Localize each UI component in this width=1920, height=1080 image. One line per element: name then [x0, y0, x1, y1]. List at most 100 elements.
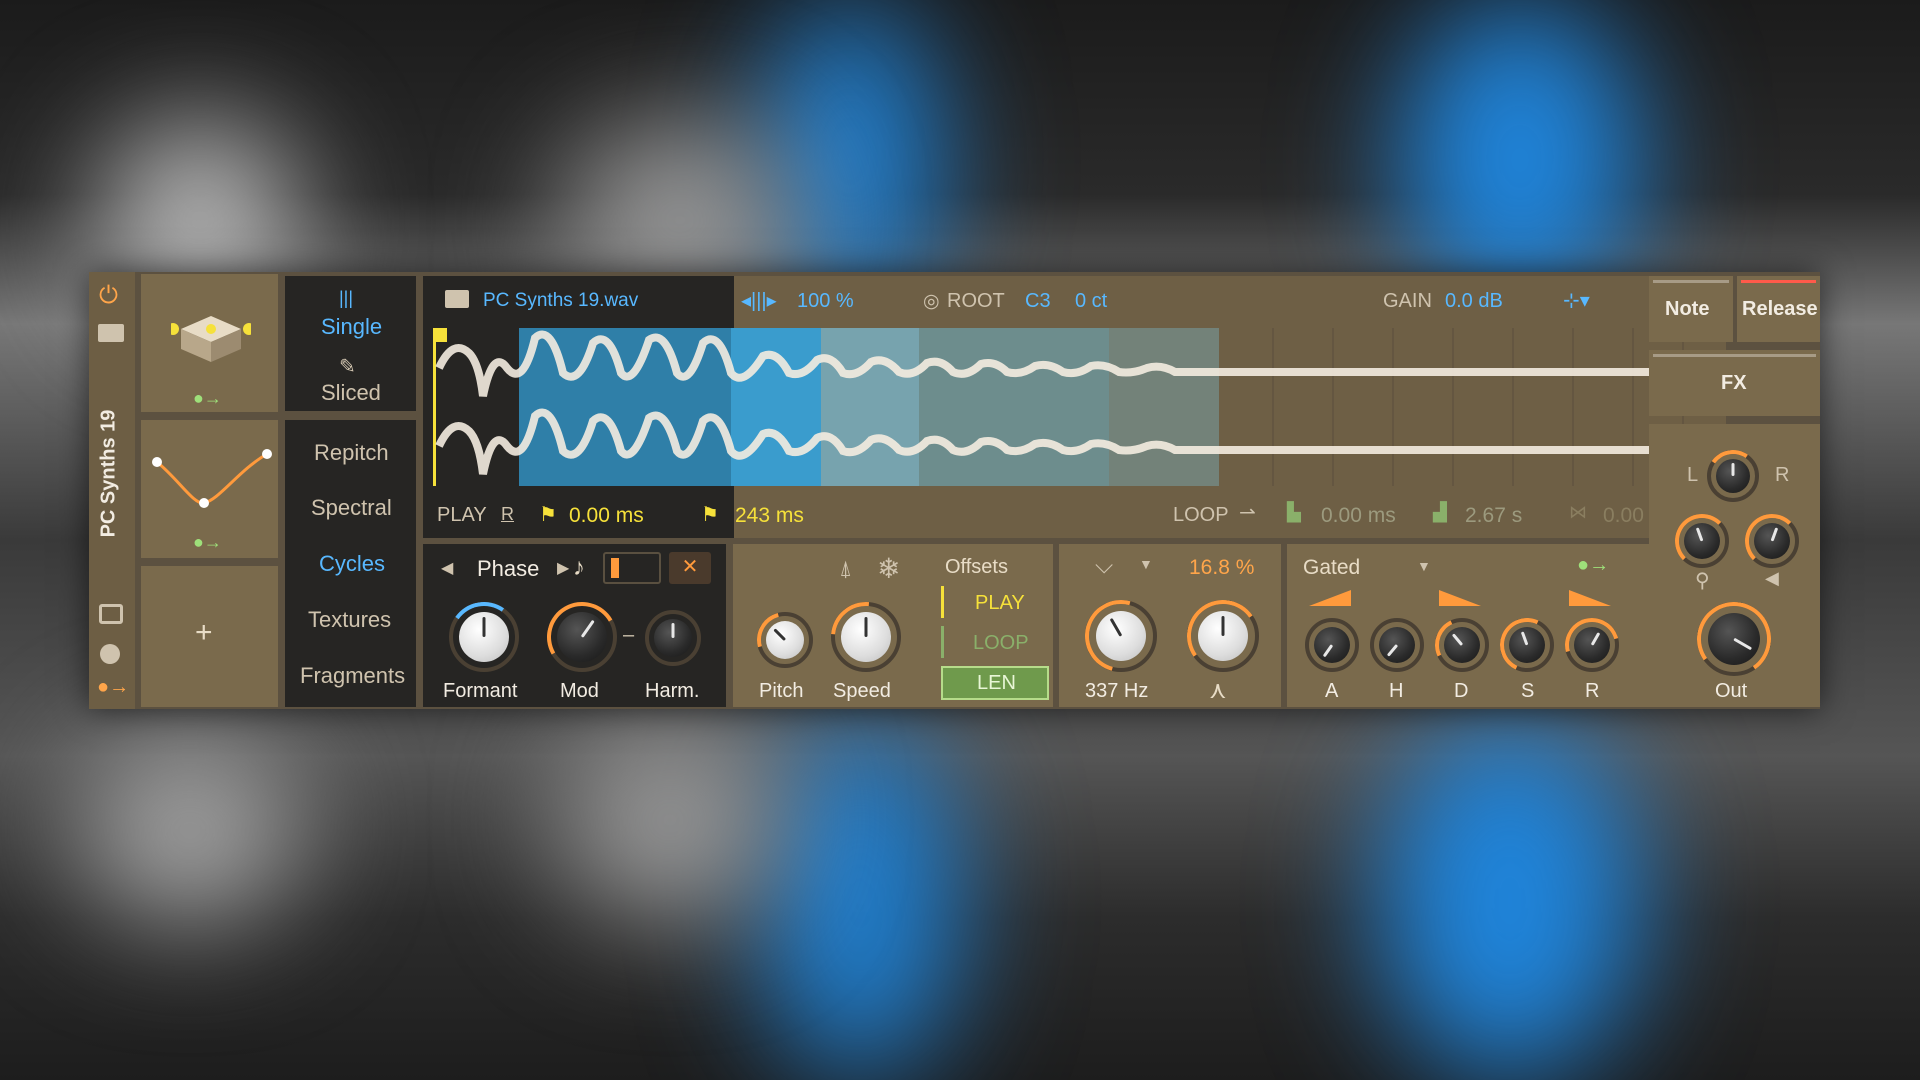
pan-knob[interactable]	[1702, 445, 1764, 507]
polarity-icon[interactable]: ⊹▾	[1563, 288, 1590, 313]
end-flag-icon: ⚑	[701, 504, 719, 526]
hold-knob[interactable]	[1370, 618, 1424, 672]
release-indicator	[1741, 280, 1816, 283]
mod-knob[interactable]	[539, 594, 625, 680]
phase-shape-bar	[611, 558, 619, 578]
metronome-icon[interactable]: ⍋	[839, 556, 852, 582]
device-name: PC Synths 19	[97, 409, 120, 538]
gain-label: GAIN	[1383, 290, 1432, 312]
playback-mode-cycles[interactable]: Cycles	[319, 551, 385, 577]
cents-value[interactable]: 0 ct	[1075, 290, 1107, 313]
modulator-arrow-icon[interactable]: ●→	[97, 676, 129, 699]
filter-section: ⌵ ▼ 16.8 % 337 Hz ⋏	[1059, 544, 1281, 707]
mod-route-icon[interactable]: ●→	[193, 532, 222, 553]
waveform-display[interactable]	[433, 328, 1713, 494]
release-knob[interactable]	[1555, 608, 1629, 682]
root-note[interactable]: C3	[1025, 290, 1051, 313]
speed-knob[interactable]	[816, 587, 916, 687]
root-label: ROOT	[947, 290, 1005, 312]
sampler-device: ⏻ PC Synths 19 ●→ ●→ ●→ + ||| Single ✎ S…	[89, 272, 1820, 709]
filter-type-icon[interactable]: ⌵	[1095, 552, 1113, 580]
add-modulator-button[interactable]: +	[195, 616, 213, 650]
playback-mode-textures[interactable]: Textures	[308, 607, 391, 633]
filter-dropdown-icon[interactable]: ▼	[1139, 556, 1153, 572]
offset-play[interactable]: PLAY	[975, 592, 1025, 615]
freeze-icon[interactable]: ❄	[877, 552, 900, 585]
release-button[interactable]: Release	[1737, 276, 1820, 342]
playback-mode-fragments[interactable]: Fragments	[300, 663, 405, 689]
window-icon[interactable]	[99, 604, 123, 624]
loop-start-value[interactable]: 0.00 ms	[1321, 504, 1396, 528]
note-icon[interactable]: ♪	[573, 554, 585, 582]
out-knob[interactable]	[1691, 596, 1777, 682]
power-icon[interactable]: ⏻	[99, 282, 118, 310]
attack-knob[interactable]	[1305, 618, 1359, 672]
reverse-toggle[interactable]: R	[501, 504, 514, 525]
playback-mode-spectral[interactable]: Spectral	[311, 495, 392, 521]
folder-icon[interactable]	[98, 324, 124, 342]
offsets-label: Offsets	[945, 556, 1008, 578]
prev-arrow-icon[interactable]: ◀	[441, 558, 453, 578]
filter-freq-value[interactable]: 337 Hz	[1085, 680, 1148, 703]
mode-sliced[interactable]: Sliced	[321, 380, 381, 406]
release-label: Release	[1742, 298, 1818, 320]
mode-single[interactable]: Single	[321, 314, 382, 340]
add-modulator[interactable]: +	[141, 566, 278, 707]
bg-blob	[80, 740, 300, 920]
clock-icon[interactable]	[100, 644, 120, 664]
fx-indicator	[1653, 354, 1816, 357]
playback-mode-repitch[interactable]: Repitch	[314, 440, 389, 466]
fx-label: FX	[1721, 372, 1747, 394]
filter-reso-knob[interactable]	[1181, 594, 1265, 678]
crossfade-icon: ⋈	[1569, 502, 1587, 522]
envelope-mode[interactable]: Gated	[1303, 556, 1360, 580]
bg-blob	[760, 720, 960, 1080]
phase-shape-box[interactable]	[603, 552, 661, 584]
formant-knob[interactable]	[443, 596, 525, 678]
dice-icon	[171, 316, 251, 362]
zoom-icon[interactable]: ◂|||▸	[741, 288, 777, 313]
device-header-strip: ⏻ PC Synths 19 ●→	[89, 272, 135, 709]
mode-selector: ||| Single ✎ Sliced	[285, 276, 416, 411]
start-flag-icon: ⚑	[539, 504, 557, 526]
random-modulator[interactable]: ●→	[141, 274, 278, 412]
decay-knob[interactable]	[1427, 610, 1497, 680]
loop-direction-icon[interactable]: ⇀	[1239, 500, 1256, 525]
spread-knob[interactable]	[1675, 514, 1729, 568]
envelope-route-icon[interactable]: ●→	[1577, 554, 1609, 577]
note-label: Note	[1665, 298, 1710, 320]
fx-button[interactable]: FX	[1649, 350, 1820, 416]
note-indicator	[1653, 280, 1729, 283]
decay-label: D	[1454, 680, 1469, 702]
phase-reset-icon[interactable]: ✕	[669, 552, 711, 584]
sample-filename[interactable]: PC Synths 19.wav	[483, 290, 638, 312]
play-length-value[interactable]: 243 ms	[735, 504, 804, 528]
folder-icon[interactable]	[445, 290, 469, 308]
curve-modulator[interactable]: ●→	[141, 420, 278, 558]
offset-len: LEN	[977, 672, 1016, 694]
loop-length-value[interactable]: 2.67 s	[1465, 504, 1522, 528]
harmonics-knob[interactable]	[645, 610, 701, 666]
offset-loop-marker	[941, 626, 944, 658]
volume-knob[interactable]	[1745, 514, 1799, 568]
gain-value[interactable]: 0.0 dB	[1445, 290, 1503, 313]
phase-label: Phase	[477, 556, 540, 581]
filter-amount[interactable]: 16.8 %	[1189, 556, 1254, 580]
pan-right-label: R	[1775, 464, 1790, 486]
next-arrow-icon[interactable]: ▶	[557, 558, 569, 578]
mod-route-icon[interactable]: ●→	[193, 388, 222, 409]
mod-separator: –	[623, 624, 635, 646]
pitch-knob[interactable]	[746, 601, 824, 679]
offset-loop[interactable]: LOOP	[973, 632, 1029, 655]
play-start-value[interactable]: 0.00 ms	[569, 504, 644, 528]
offset-play-marker	[941, 586, 944, 618]
attack-label: A	[1325, 680, 1339, 702]
note-button[interactable]: Note	[1649, 276, 1733, 342]
envelope-dropdown-icon[interactable]: ▼	[1417, 558, 1431, 574]
zoom-value[interactable]: 100 %	[797, 290, 854, 313]
harmonics-label: Harm.	[645, 680, 700, 702]
tuning-icon: ◎	[923, 291, 940, 312]
sustain-knob[interactable]	[1492, 610, 1562, 680]
filter-freq-knob[interactable]	[1071, 586, 1171, 686]
offset-len-button[interactable]: LEN	[941, 666, 1049, 700]
